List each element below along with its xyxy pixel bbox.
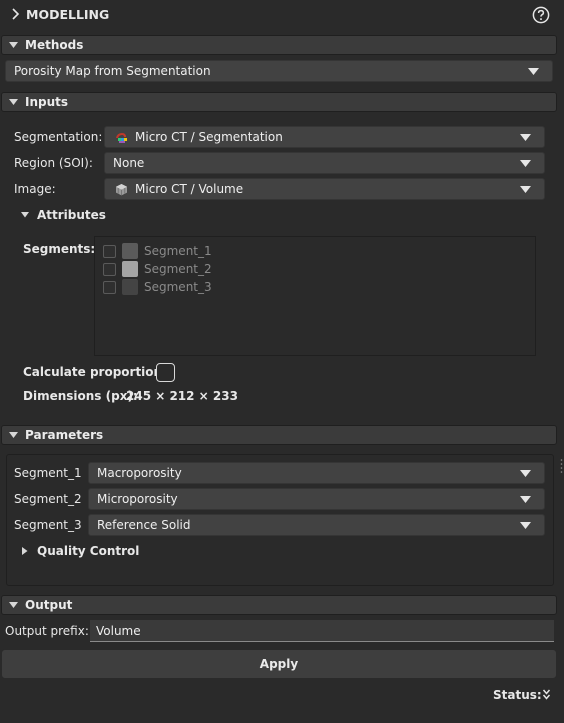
apply-button[interactable]: Apply [1,649,557,679]
quality-control-title: Quality Control [37,544,140,558]
image-select[interactable]: Micro CT / Volume [104,178,545,200]
output-prefix-input[interactable] [90,620,554,642]
region-label: Region (SOI): [14,156,93,170]
segment-row[interactable]: Segment_3 [103,279,303,295]
attributes-title: Attributes [37,208,106,222]
dropdown-arrow-icon [528,68,539,75]
modelling-title: MODELLING [26,7,110,22]
method-value: Porosity Map from Segmentation [14,64,211,78]
collapse-triangle-icon [9,99,18,105]
segment-2-type-select[interactable]: Microporosity [88,488,545,510]
segment-row[interactable]: Segment_1 [103,243,303,259]
dropdown-arrow-icon [520,522,531,529]
modelling-header[interactable]: MODELLING [0,0,564,30]
attributes-toggle[interactable]: Attributes [20,207,130,225]
segment-1-type-select[interactable]: Macroporosity [88,462,545,484]
region-value: None [113,156,145,170]
segmentation-select[interactable]: Micro CT / Segmentation [104,126,545,148]
segment-name: Segment_1 [144,244,212,258]
dropdown-arrow-icon [520,186,531,193]
image-label: Image: [14,182,56,196]
parameter-segment-label: Segment_1 [14,466,82,480]
segmentation-label: Segmentation: [14,130,103,144]
calculate-proportions-label: Calculate proportions: [23,365,175,379]
output-section-header[interactable]: Output [1,595,557,615]
dimensions-label: Dimensions (px): [23,389,138,403]
segment-name: Segment_3 [144,280,212,294]
segmentation-value: Micro CT / Segmentation [135,130,283,144]
segment-checkbox[interactable] [103,263,116,276]
parameter-segment-label: Segment_2 [14,492,82,506]
segment-color-swatch [122,243,138,259]
parameters-section-header[interactable]: Parameters [1,425,557,445]
parameter-value: Macroporosity [97,466,182,480]
segmentation-icon [116,133,127,143]
output-title: Output [25,598,73,612]
collapse-triangle-icon [9,432,18,438]
image-value: Micro CT / Volume [135,182,244,196]
dropdown-arrow-icon [520,134,531,141]
segment-checkbox[interactable] [103,281,116,294]
scrollbar-grip[interactable] [560,458,563,474]
parameters-title: Parameters [25,428,104,442]
segment-checkbox[interactable] [103,245,116,258]
dropdown-arrow-icon [520,496,531,503]
calculate-proportions-checkbox[interactable] [156,363,175,382]
apply-label: Apply [259,657,299,671]
segment-3-type-select[interactable]: Reference Solid [88,514,545,536]
segment-color-swatch [122,261,138,277]
segment-name: Segment_2 [144,262,212,276]
methods-title: Methods [25,38,84,52]
output-prefix-label: Output prefix: [5,624,89,638]
method-select[interactable]: Porosity Map from Segmentation [5,60,553,82]
segment-color-swatch [122,279,138,295]
expand-triangle-icon [22,547,28,555]
parameter-segment-label: Segment_3 [14,518,82,532]
parameter-value: Microporosity [97,492,178,506]
dropdown-arrow-icon [520,470,531,477]
dropdown-arrow-icon [520,160,531,167]
collapse-triangle-icon [21,212,29,218]
quality-control-toggle[interactable]: Quality Control [20,543,140,561]
volume-icon [116,184,127,196]
dimensions-value: 245 × 212 × 233 [126,389,238,403]
chevron-right-icon[interactable] [9,7,21,21]
collapse-triangle-icon [9,42,18,48]
segments-list: Segment_1 Segment_2 Segment_3 [94,236,536,356]
inputs-section-header[interactable]: Inputs [1,92,557,112]
help-icon[interactable] [532,6,550,24]
methods-section-header[interactable]: Methods [1,35,557,55]
segment-row[interactable]: Segment_2 [103,261,303,277]
parameter-value: Reference Solid [97,518,191,532]
status-label: Status: [493,688,542,702]
double-chevron-down-icon[interactable] [542,689,551,701]
region-select[interactable]: None [104,152,545,174]
segments-label: Segments: [23,242,96,256]
collapse-triangle-icon [9,602,18,608]
inputs-title: Inputs [25,95,69,109]
